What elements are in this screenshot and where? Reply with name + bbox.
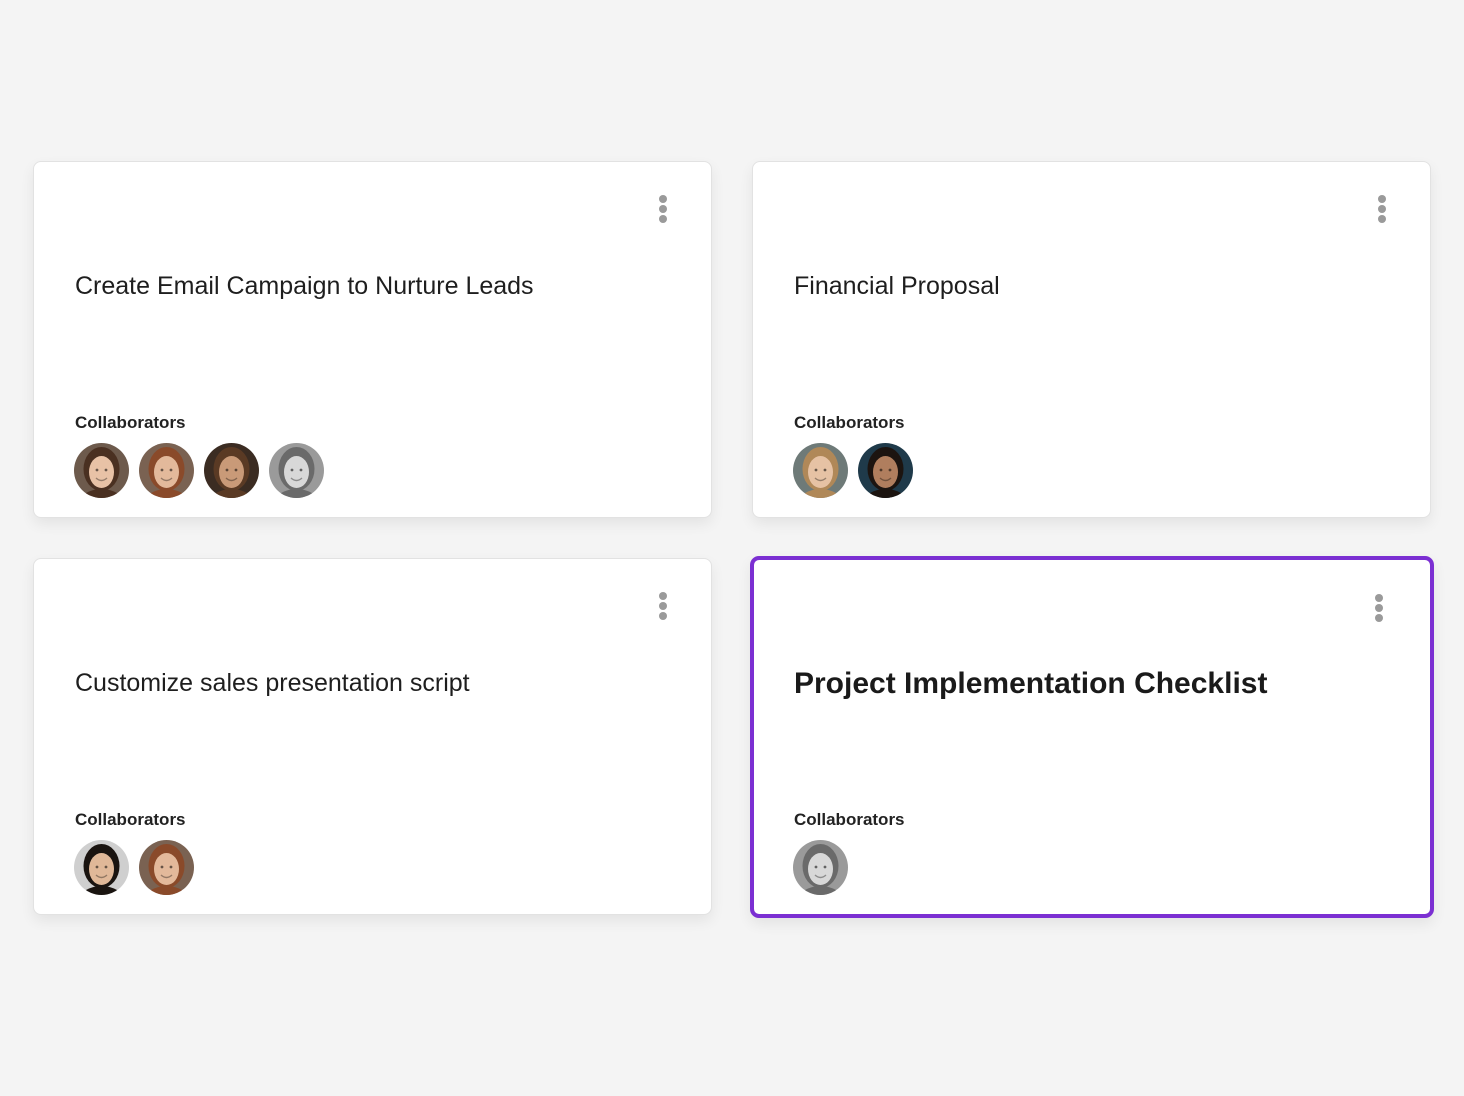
card-title[interactable]: Project Implementation Checklist bbox=[794, 668, 1267, 700]
project-card[interactable]: Customize sales presentation script Coll… bbox=[33, 558, 712, 915]
card-title[interactable]: Create Email Campaign to Nurture Leads bbox=[75, 270, 534, 302]
more-vertical-icon[interactable] bbox=[653, 589, 673, 623]
project-card-selected[interactable]: Project Implementation Checklist Collabo… bbox=[750, 556, 1434, 918]
collaborators-label: Collaborators bbox=[75, 810, 186, 829]
project-card[interactable]: Create Email Campaign to Nurture Leads C… bbox=[33, 161, 712, 518]
more-vertical-icon[interactable] bbox=[653, 192, 673, 226]
project-card[interactable]: Financial Proposal Collaborators bbox=[752, 161, 1431, 518]
avatar-man-beard[interactable] bbox=[204, 443, 259, 498]
avatar-woman-smiling[interactable] bbox=[74, 443, 129, 498]
avatar-man-bearded-smiling[interactable] bbox=[858, 443, 913, 498]
collaborators-label: Collaborators bbox=[794, 413, 905, 432]
avatar-man-short-hair[interactable] bbox=[74, 840, 129, 895]
avatar-group bbox=[74, 840, 194, 895]
collaborators-label: Collaborators bbox=[794, 810, 905, 829]
avatar-woman-auburn[interactable] bbox=[139, 443, 194, 498]
card-title[interactable]: Customize sales presentation script bbox=[75, 667, 470, 699]
avatar-woman-grayscale[interactable] bbox=[269, 443, 324, 498]
avatar-woman-blonde[interactable] bbox=[793, 443, 848, 498]
collaborators-label: Collaborators bbox=[75, 413, 186, 432]
avatar-woman-auburn-2[interactable] bbox=[139, 840, 194, 895]
avatar-woman-grayscale-2[interactable] bbox=[793, 840, 848, 895]
more-vertical-icon[interactable] bbox=[1372, 192, 1392, 226]
card-title[interactable]: Financial Proposal bbox=[794, 270, 1000, 302]
avatar-group bbox=[793, 443, 913, 498]
more-vertical-icon[interactable] bbox=[1369, 591, 1389, 625]
avatar-group bbox=[793, 840, 848, 895]
avatar-group bbox=[74, 443, 324, 498]
